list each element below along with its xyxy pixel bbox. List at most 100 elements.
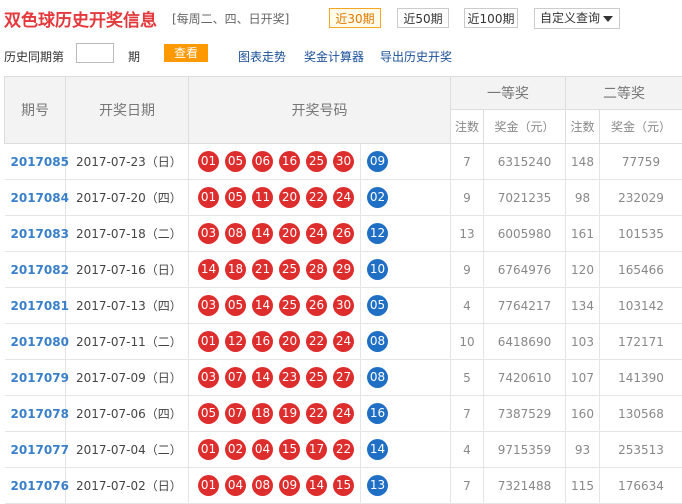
- second-prize-count: 120: [566, 252, 600, 288]
- red-ball: 01: [198, 439, 219, 460]
- first-prize-count: 9: [451, 252, 484, 288]
- winning-numbers: 01020415172214: [189, 432, 451, 468]
- red-ball: 27: [333, 367, 354, 388]
- col-numbers: 开奖号码: [189, 77, 451, 144]
- col-second-amount: 奖金（元）: [600, 110, 682, 144]
- table-row: 20170852017-07-23（日）01050616253009763152…: [5, 144, 682, 180]
- recent-100-button[interactable]: 近100期: [464, 8, 518, 28]
- second-prize-amount: 232029: [600, 180, 682, 216]
- issue-link[interactable]: 2017079: [5, 360, 66, 396]
- draw-date: 2017-07-13（四）: [66, 288, 189, 324]
- first-prize-amount: 6764976: [484, 252, 566, 288]
- red-ball: 08: [252, 475, 273, 496]
- red-ball: 12: [225, 331, 246, 352]
- winning-numbers: 03071423252708: [189, 360, 451, 396]
- red-ball: 15: [333, 475, 354, 496]
- blue-ball: 08: [367, 331, 388, 352]
- red-ball: 20: [279, 187, 300, 208]
- issue-link[interactable]: 2017080: [5, 324, 66, 360]
- history-toolbar: 历史同期第 期 查看 图表走势 奖金计算器 导出历史开奖: [0, 36, 682, 74]
- second-prize-amount: 141390: [600, 360, 682, 396]
- red-ball: 05: [198, 403, 219, 424]
- results-table: 期号 开奖日期 开奖号码 一等奖 二等奖 注数 奖金（元） 注数 奖金（元） 2…: [4, 76, 682, 504]
- blue-ball: 02: [367, 187, 388, 208]
- red-ball: 24: [333, 403, 354, 424]
- first-prize-amount: 9715359: [484, 432, 566, 468]
- table-row: 20170782017-07-06（四）05071819222416773875…: [5, 396, 682, 432]
- red-ball: 17: [306, 439, 327, 460]
- red-ball: 25: [279, 259, 300, 280]
- red-ball: 29: [333, 259, 354, 280]
- red-ball: 18: [252, 403, 273, 424]
- draw-schedule: [每周二、四、日开奖]: [172, 10, 289, 27]
- query-button[interactable]: 查看: [164, 44, 208, 62]
- red-ball: 16: [279, 151, 300, 172]
- red-ball: 25: [279, 295, 300, 316]
- blue-ball: 16: [367, 403, 388, 424]
- red-ball: 14: [306, 475, 327, 496]
- red-ball: 22: [306, 403, 327, 424]
- first-prize-amount: 6005980: [484, 216, 566, 252]
- first-prize-count: 4: [451, 288, 484, 324]
- issue-link[interactable]: 2017085: [5, 144, 66, 180]
- red-ball: 06: [252, 151, 273, 172]
- red-ball: 18: [225, 259, 246, 280]
- red-ball: 05: [225, 151, 246, 172]
- red-ball: 25: [306, 151, 327, 172]
- first-prize-count: 10: [451, 324, 484, 360]
- issue-link[interactable]: 2017081: [5, 288, 66, 324]
- first-prize-count: 7: [451, 144, 484, 180]
- red-ball: 16: [252, 331, 273, 352]
- red-ball: 26: [306, 295, 327, 316]
- winning-numbers: 01121620222408: [189, 324, 451, 360]
- blue-ball: 05: [367, 295, 388, 316]
- first-prize-amount: 6418690: [484, 324, 566, 360]
- red-ball: 28: [306, 259, 327, 280]
- recent-50-button[interactable]: 近50期: [397, 8, 449, 28]
- col-second-prize: 二等奖: [566, 77, 682, 110]
- chart-trend-link[interactable]: 图表走势: [238, 48, 286, 65]
- draw-date: 2017-07-09（日）: [66, 360, 189, 396]
- table-row: 20170832017-07-18（二）03081420242612136005…: [5, 216, 682, 252]
- table-row: 20170812017-07-13（四）03051425263005477642…: [5, 288, 682, 324]
- draw-date: 2017-07-04（二）: [66, 432, 189, 468]
- red-ball: 07: [225, 403, 246, 424]
- first-prize-count: 13: [451, 216, 484, 252]
- issue-link[interactable]: 2017082: [5, 252, 66, 288]
- red-ball: 01: [198, 151, 219, 172]
- first-prize-amount: 7387529: [484, 396, 566, 432]
- red-ball: 20: [279, 223, 300, 244]
- issue-link[interactable]: 2017083: [5, 216, 66, 252]
- issue-link[interactable]: 2017076: [5, 468, 66, 504]
- export-history-link[interactable]: 导出历史开奖: [380, 48, 452, 65]
- second-prize-amount: 103142: [600, 288, 682, 324]
- red-ball: 23: [279, 367, 300, 388]
- first-prize-amount: 7420610: [484, 360, 566, 396]
- second-prize-amount: 253513: [600, 432, 682, 468]
- blue-ball: 10: [367, 259, 388, 280]
- winning-numbers: 01040809141513: [189, 468, 451, 504]
- red-ball: 03: [198, 295, 219, 316]
- red-ball: 14: [252, 367, 273, 388]
- red-ball: 30: [333, 151, 354, 172]
- recent-30-button[interactable]: 近30期: [329, 8, 381, 28]
- custom-query-select[interactable]: 自定义查询: [534, 8, 620, 29]
- col-first-count: 注数: [451, 110, 484, 144]
- prize-calculator-link[interactable]: 奖金计算器: [304, 48, 364, 65]
- second-prize-count: 93: [566, 432, 600, 468]
- table-row: 20170802017-07-11（二）01121620222408106418…: [5, 324, 682, 360]
- issue-link[interactable]: 2017078: [5, 396, 66, 432]
- second-prize-amount: 77759: [600, 144, 682, 180]
- winning-numbers: 01051120222402: [189, 180, 451, 216]
- red-ball: 22: [306, 187, 327, 208]
- first-prize-amount: 7321488: [484, 468, 566, 504]
- blue-ball: 12: [367, 223, 388, 244]
- red-ball: 19: [279, 403, 300, 424]
- period-input[interactable]: [76, 43, 114, 63]
- issue-link[interactable]: 2017077: [5, 432, 66, 468]
- blue-ball: 13: [367, 475, 388, 496]
- red-ball: 21: [252, 259, 273, 280]
- first-prize-count: 4: [451, 432, 484, 468]
- issue-link[interactable]: 2017084: [5, 180, 66, 216]
- red-ball: 05: [225, 295, 246, 316]
